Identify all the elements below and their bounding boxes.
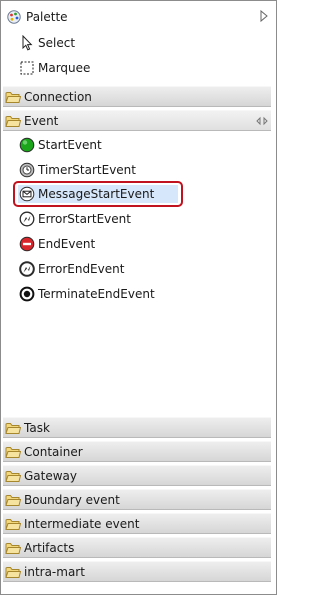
end-event-icon [19,236,35,252]
entry-start-event[interactable]: StartEvent [17,134,102,156]
palette-title: Palette [26,10,68,24]
entry-terminate-end-event[interactable]: TerminateEndEvent [17,283,155,305]
tool-select-label: Select [38,36,76,50]
entry-error-end-event-label: ErrorEndEvent [38,262,125,276]
drawer-event[interactable]: Event [3,110,271,131]
drawer-container[interactable]: Container [3,441,271,462]
drawer-gateway-label: Gateway [24,468,78,483]
folder-icon [5,114,21,128]
folder-icon [5,493,21,507]
entry-timer-start-event-label: TimerStartEvent [38,163,136,177]
folder-icon [5,421,21,435]
arrow-pointer-icon [22,35,33,51]
tool-select[interactable]: Select [19,32,75,54]
drawer-task-label: Task [24,420,50,435]
tool-marquee[interactable]: Marquee [19,57,90,79]
collapse-palette-icon[interactable] [259,9,269,23]
entry-error-end-event[interactable]: ErrorEndEvent [17,258,124,280]
palette-view: Palette Select Marquee Connection Event [0,0,277,595]
error-end-event-icon [19,261,35,277]
entry-error-start-event-label: ErrorStartEvent [38,212,131,226]
folder-icon [5,541,21,555]
drawer-boundary-event-label: Boundary event [24,492,120,507]
folder-icon [5,517,21,531]
drawer-intermediate-event[interactable]: Intermediate event [3,513,271,534]
folder-icon [5,90,21,104]
folder-icon [5,445,21,459]
drawer-intermediate-event-label: Intermediate event [24,516,140,531]
folder-icon [5,469,21,483]
drawer-intra-mart-label: intra-mart [24,564,85,579]
drawer-boundary-event[interactable]: Boundary event [3,489,271,510]
start-event-icon [19,137,35,153]
pin-drawer-icon[interactable] [256,116,268,126]
entry-message-start-event-label: MessageStartEvent [38,187,155,201]
entry-end-event-label: EndEvent [38,237,96,251]
folder-icon [5,565,21,579]
drawer-connection[interactable]: Connection [3,86,271,107]
timer-start-event-icon [19,162,35,178]
entry-end-event[interactable]: EndEvent [17,233,95,255]
tool-marquee-label: Marquee [38,61,91,75]
entry-message-start-event[interactable]: MessageStartEvent [13,181,183,207]
entry-error-start-event[interactable]: ErrorStartEvent [17,208,131,230]
drawer-event-label: Event [24,113,59,128]
palette-header: Palette [1,1,276,32]
entry-start-event-label: StartEvent [38,138,102,152]
entry-timer-start-event[interactable]: TimerStartEvent [17,159,136,181]
entry-terminate-end-event-label: TerminateEndEvent [38,287,155,301]
marquee-icon [20,61,34,75]
palette-logo-icon [7,10,21,24]
drawer-gateway[interactable]: Gateway [3,465,271,486]
error-start-event-icon [19,211,35,227]
message-start-event-icon [19,186,35,202]
drawer-artifacts-label: Artifacts [24,540,75,555]
terminate-end-event-icon [19,286,35,302]
drawer-artifacts[interactable]: Artifacts [3,537,271,558]
drawer-connection-label: Connection [24,89,92,104]
drawer-container-label: Container [24,444,83,459]
drawer-intra-mart[interactable]: intra-mart [3,561,271,582]
drawer-task[interactable]: Task [3,417,271,438]
